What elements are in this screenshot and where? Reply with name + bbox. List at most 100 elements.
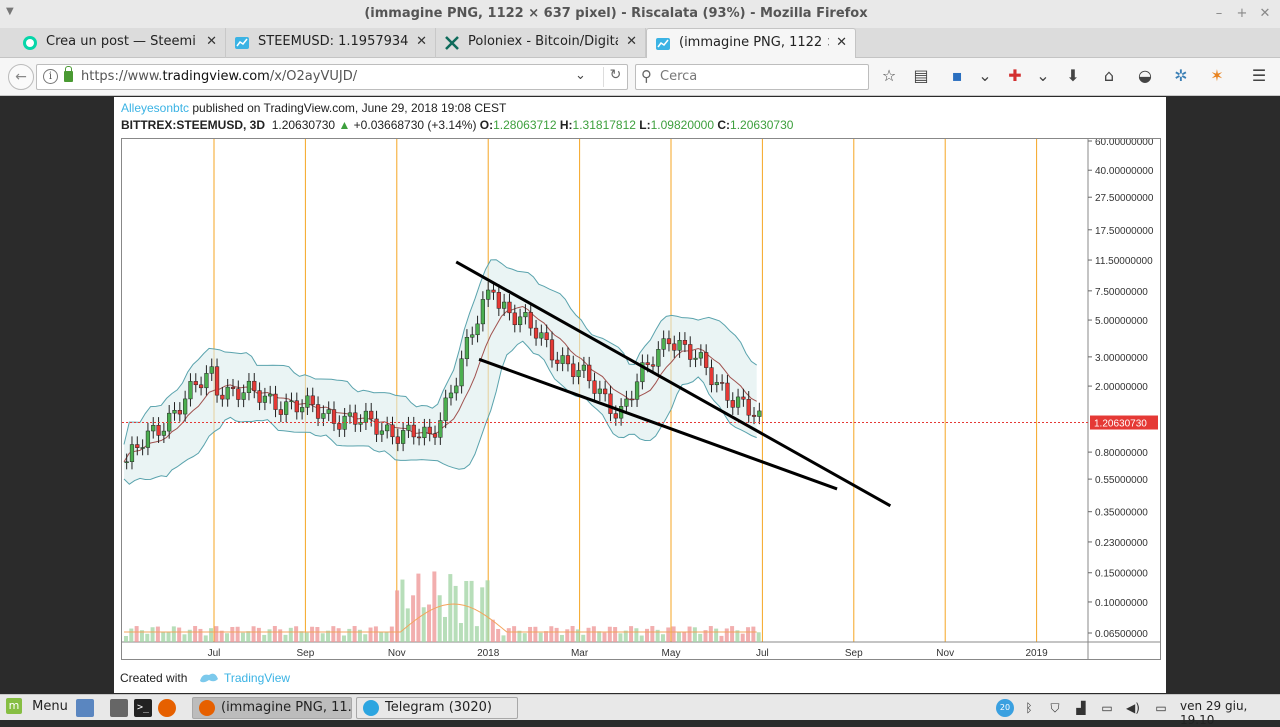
reading-list-icon[interactable]: ▤	[910, 66, 932, 86]
close-window-button[interactable]: ✕	[1256, 5, 1274, 23]
candle-body	[470, 334, 475, 338]
file-manager-icon[interactable]	[110, 699, 128, 717]
taskbar-item-firefox[interactable]: (immagine PNG, 11...	[192, 697, 352, 719]
candle-body	[198, 384, 204, 389]
candle-body	[751, 414, 757, 417]
candle-body	[193, 381, 198, 386]
author-link[interactable]: Alleyesonbtc	[121, 101, 189, 115]
pocket-dropdown-icon[interactable]: ⌄	[1032, 66, 1054, 86]
tab-close-icon[interactable]: ✕	[416, 34, 427, 49]
tab-steemusd[interactable]: STEEMUSD: 1.19579347 ▲ +... ✕	[226, 28, 436, 58]
candle-body	[416, 436, 422, 439]
volume-bar	[453, 585, 458, 642]
chrome-notification-icon[interactable]: 20	[996, 699, 1014, 717]
maximize-button[interactable]: +	[1233, 5, 1251, 23]
volume-bar	[331, 626, 336, 642]
show-desktop-icon[interactable]	[76, 699, 94, 717]
tab-poloniex[interactable]: Poloniex - Bitcoin/Digital As... ✕	[436, 28, 646, 58]
back-button[interactable]: ←	[8, 64, 34, 90]
volume-bar	[512, 626, 517, 642]
tab-close-icon[interactable]: ✕	[836, 35, 847, 50]
volume-bar	[341, 635, 346, 642]
minimize-button[interactable]: –	[1210, 5, 1228, 23]
candle-body	[347, 412, 353, 417]
bluetooth-icon[interactable]: ᛒ	[1020, 699, 1038, 717]
volume-bar	[676, 631, 681, 642]
addon-red-icon[interactable]: ✚	[1004, 66, 1026, 86]
taskbar-item-telegram[interactable]: Telegram (3020)	[356, 697, 518, 719]
bookmark-star-icon[interactable]: ☆	[878, 66, 900, 86]
candle-body	[140, 447, 145, 449]
candle-body	[204, 373, 209, 389]
volume-icon[interactable]: ◀)	[1124, 699, 1142, 717]
network-signal-icon[interactable]: ▟	[1072, 699, 1090, 717]
volume-bar	[714, 628, 719, 642]
time-axis-label: Mar	[571, 648, 589, 659]
tab-close-icon[interactable]: ✕	[206, 34, 217, 49]
candle-body	[459, 358, 464, 387]
volume-bar	[490, 619, 495, 642]
start-menu-button[interactable]: m Menu	[6, 698, 68, 718]
download-icon[interactable]: ⬇	[1062, 66, 1084, 86]
reload-icon[interactable]: ↻	[603, 67, 627, 87]
candle-body	[539, 332, 544, 339]
candle-body	[741, 396, 746, 400]
volume-bar	[650, 626, 655, 642]
volume-bar	[533, 626, 538, 642]
url-dropdown-icon[interactable]: ⌄	[575, 68, 586, 83]
volume-bar	[581, 634, 586, 642]
search-bar[interactable]: ⚲ Cerca	[635, 64, 869, 90]
search-input[interactable]: Cerca	[660, 69, 697, 84]
url-text[interactable]: https://www.tradingview.com/x/O2ayVUJD/	[81, 69, 357, 84]
volume-bar	[554, 627, 559, 642]
firefox-launcher-icon[interactable]	[158, 699, 176, 717]
candle-body	[321, 413, 326, 419]
tab-steemit[interactable]: Crea un post — Steemit ✕	[14, 28, 226, 58]
candle-body	[395, 436, 400, 444]
candle-body	[512, 312, 517, 326]
pocket-icon[interactable]: ⌄	[974, 66, 996, 86]
display-icon[interactable]: ▭	[1098, 699, 1116, 717]
volume-bar	[320, 633, 325, 642]
tab-image-png[interactable]: (immagine PNG, 1122 × 637... ✕	[646, 28, 856, 58]
url-prefix: https://www.	[81, 69, 163, 84]
volume-bar	[384, 632, 389, 642]
info-icon[interactable]: i	[43, 69, 58, 84]
hamburger-menu-icon[interactable]: ☰	[1248, 66, 1270, 86]
candle-body	[422, 426, 427, 439]
metamask-icon[interactable]: ✶	[1206, 66, 1228, 86]
volume-bar	[751, 626, 756, 642]
candle-body	[443, 397, 448, 421]
candle-body	[661, 338, 666, 350]
candle-body	[560, 355, 565, 364]
extension-icon[interactable]: ✲	[1170, 66, 1192, 86]
candle-body	[746, 398, 751, 416]
volume-bar	[602, 632, 607, 642]
open-label: O:	[479, 118, 494, 132]
candle-body	[188, 381, 193, 400]
volume-bar	[235, 626, 240, 642]
high-value: 1.31817812	[572, 118, 636, 132]
save-icon[interactable]: ▪	[946, 66, 968, 86]
volume-bar	[746, 627, 751, 642]
battery-icon[interactable]: ▭	[1152, 699, 1170, 717]
tradingview-link[interactable]: TradingView	[224, 671, 290, 685]
terminal-icon[interactable]: >_	[134, 699, 152, 717]
price-change: +0.03668730 (+3.14%)	[353, 118, 477, 132]
shield-icon[interactable]: ⛉	[1046, 699, 1064, 717]
pocket-save-icon[interactable]: ◒	[1134, 66, 1156, 86]
menu-label: Menu	[32, 698, 68, 714]
candle-body	[284, 401, 289, 415]
time-axis-label: 2018	[477, 648, 500, 659]
volume-bar	[660, 634, 665, 642]
clock[interactable]: ven 29 giu, 19.10	[1180, 699, 1280, 727]
home-icon[interactable]: ⌂	[1098, 66, 1120, 86]
candle-body	[507, 301, 512, 314]
candle-body	[650, 364, 656, 367]
volume-bar	[395, 590, 400, 642]
candle-body	[289, 400, 294, 403]
candle-body	[151, 425, 156, 432]
tab-close-icon[interactable]: ✕	[626, 34, 637, 49]
url-bar[interactable]: i https://www.tradingview.com/x/O2ayVUJD…	[36, 64, 628, 90]
price-axis-label: 0.06500000	[1095, 629, 1148, 640]
